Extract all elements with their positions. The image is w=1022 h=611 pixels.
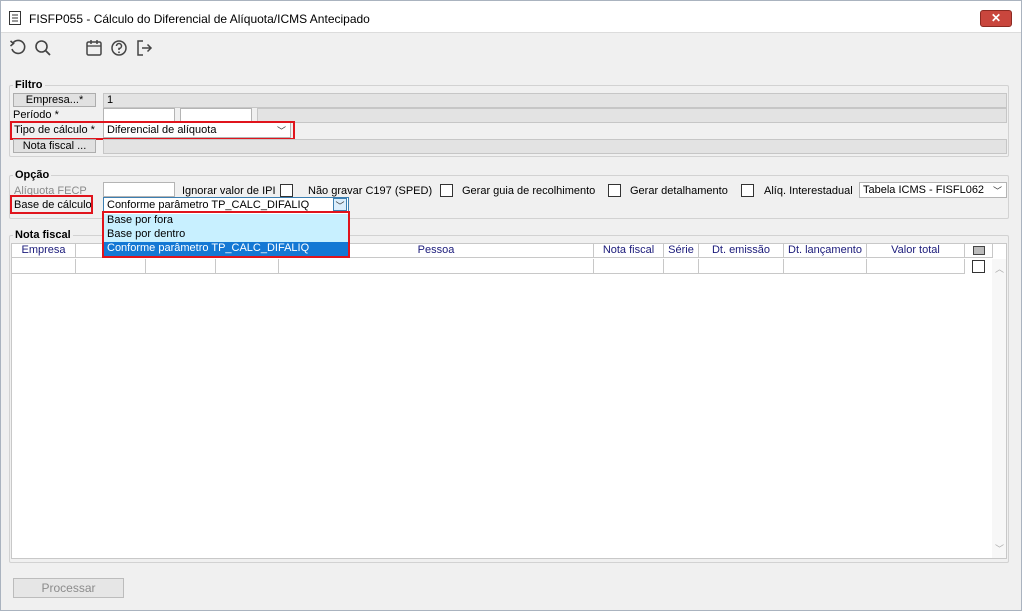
- table-cell[interactable]: [76, 259, 146, 274]
- empresa-button[interactable]: Empresa...*: [13, 93, 96, 107]
- document-icon: [9, 11, 21, 25]
- gerar-detalhamento-checkbox[interactable]: [741, 184, 754, 197]
- exit-icon[interactable]: [135, 39, 153, 57]
- chevron-down-icon: ﹀: [333, 198, 347, 211]
- nota-fiscal-table[interactable]: Empresa Fi Pessoa Nota fiscal Série Dt. …: [11, 243, 1007, 559]
- table-cell[interactable]: [664, 259, 699, 274]
- row-select-checkbox[interactable]: [972, 260, 985, 273]
- main-window: FISFP055 - Cálculo do Diferencial de Alí…: [0, 0, 1022, 611]
- tipo-calculo-highlight: [10, 121, 295, 140]
- periodo-label: Período *: [13, 109, 59, 121]
- scroll-down-icon[interactable]: ﹀: [995, 542, 1004, 555]
- ignorar-ipi-checkbox[interactable]: [280, 184, 293, 197]
- nota-fiscal-field[interactable]: [103, 139, 1007, 154]
- scroll-up-icon[interactable]: ︿: [995, 262, 1004, 275]
- column-header-serie[interactable]: Série: [664, 244, 699, 258]
- column-header-valor-total[interactable]: Valor total: [867, 244, 965, 258]
- select-all-header[interactable]: [965, 244, 993, 258]
- refresh-icon[interactable]: [9, 39, 27, 57]
- processar-button[interactable]: Processar: [13, 578, 124, 598]
- tabela-icms-select[interactable]: Tabela ICMS - FISFL062 ﹀: [859, 182, 1007, 198]
- gerar-guia-checkbox[interactable]: [608, 184, 621, 197]
- nao-gravar-label: Não gravar C197 (SPED): [308, 185, 433, 197]
- base-calculo-label-highlight: [10, 195, 93, 214]
- column-header-dt-emissao[interactable]: Dt. emissão: [699, 244, 784, 258]
- dropdown-highlight: [102, 211, 350, 258]
- aliquota-fecp-input[interactable]: [103, 182, 175, 197]
- periodo-info-field: [257, 108, 1007, 123]
- title-bar: FISFP055 - Cálculo do Diferencial de Alí…: [1, 1, 1021, 33]
- column-header-nota-fiscal[interactable]: Nota fiscal: [594, 244, 664, 258]
- search-icon[interactable]: [34, 39, 52, 57]
- nao-gravar-checkbox[interactable]: [440, 184, 453, 197]
- table-cell[interactable]: [867, 259, 965, 274]
- vertical-scrollbar[interactable]: ︿ ﹀: [992, 259, 1006, 558]
- table-cell[interactable]: [12, 259, 76, 274]
- column-header-dt-lancamento[interactable]: Dt. lançamento: [784, 244, 867, 258]
- table-cell[interactable]: [279, 259, 594, 274]
- gerar-detalhamento-label: Gerar detalhamento: [630, 185, 728, 197]
- close-button[interactable]: ✕: [980, 10, 1012, 27]
- table-cell[interactable]: [146, 259, 216, 274]
- help-icon[interactable]: [110, 39, 128, 57]
- table-cell[interactable]: [216, 259, 279, 274]
- tabela-icms-value: Tabela ICMS - FISFL062: [863, 184, 985, 196]
- window-title: FISFP055 - Cálculo do Diferencial de Alí…: [29, 12, 370, 26]
- ignorar-ipi-label: Ignorar valor de IPI: [182, 185, 276, 197]
- chevron-down-icon: ﹀: [992, 186, 1002, 196]
- aliq-interestadual-label: Alíq. Interestadual: [764, 185, 853, 197]
- column-header-empresa[interactable]: Empresa: [12, 244, 76, 258]
- base-calculo-value: Conforme parâmetro TP_CALC_DIFALIQ: [107, 199, 310, 211]
- nota-fiscal-button[interactable]: Nota fiscal ...: [13, 139, 96, 153]
- table-cell[interactable]: [784, 259, 867, 274]
- gerar-guia-label: Gerar guia de recolhimento: [462, 185, 596, 197]
- filtro-title: Filtro: [13, 79, 45, 91]
- opcao-title: Opção: [13, 169, 52, 181]
- table-cell[interactable]: [699, 259, 784, 274]
- grid-toggle-icon[interactable]: [972, 246, 985, 255]
- calendar-icon[interactable]: [85, 39, 103, 57]
- empresa-field[interactable]: 1: [103, 93, 1007, 108]
- nota-fiscal-title: Nota fiscal: [13, 229, 73, 241]
- table-cell[interactable]: [594, 259, 664, 274]
